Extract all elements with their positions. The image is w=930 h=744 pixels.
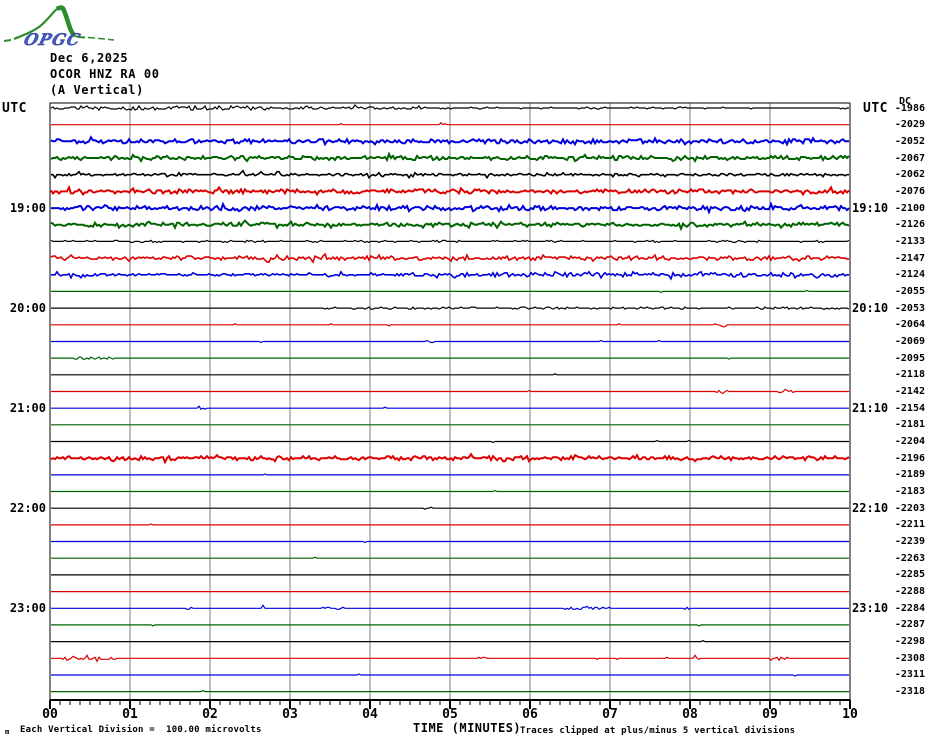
dc-offset-value: -2124 (894, 269, 925, 281)
x-tick-label: 08 (682, 707, 698, 722)
x-tick-label: 03 (282, 707, 298, 722)
dc-offset-value: -2147 (894, 252, 925, 264)
dc-offset-value: -2126 (894, 219, 925, 231)
x-tick-label: 06 (522, 707, 538, 722)
left-time-label: 20:00 (9, 301, 46, 316)
right-time-label: 19:10 (852, 201, 889, 216)
dc-offset-value: -1986 (894, 102, 925, 114)
scale-note: Each Vertical Division = 100.00 microvol… (20, 725, 262, 735)
dc-offset-value: -2263 (894, 552, 925, 564)
x-axis-title: TIME (MINUTES) (413, 721, 522, 735)
dc-offset-value: -2203 (894, 502, 925, 514)
dc-offset-value: -2100 (894, 202, 925, 214)
dc-offset-value: -2285 (894, 569, 925, 581)
dc-offset-value: -2062 (894, 169, 925, 181)
clip-note: Traces clipped at plus/minus 5 vertical … (520, 726, 796, 736)
dc-offset-value: -2189 (894, 469, 925, 481)
dc-offset-value: -2067 (894, 152, 925, 164)
dc-offset-value: -2211 (894, 519, 925, 531)
dc-offset-value: -2064 (894, 319, 925, 331)
left-time-label: 22:00 (9, 501, 46, 516)
dc-offset-value: -2181 (894, 419, 925, 431)
dc-offset-value: -2095 (894, 352, 925, 364)
x-tick-label: 05 (442, 707, 458, 722)
dc-offset-value: -2183 (894, 486, 925, 498)
dc-offset-value: -2133 (894, 235, 925, 247)
x-tick-label: 02 (202, 707, 218, 722)
dc-offset-value: -2118 (894, 369, 925, 381)
left-time-label: 21:00 (9, 401, 46, 416)
helicorder-page: OPGC Dec 6,2025 OCOR HNZ RA 00 (A Vertic… (0, 0, 930, 744)
dc-offset-value: -2287 (894, 619, 925, 631)
dc-offset-value: -2288 (894, 586, 925, 598)
dc-offset-value: -2284 (894, 602, 925, 614)
x-tick-label: 07 (602, 707, 618, 722)
right-time-label: 20:10 (852, 301, 889, 316)
x-tick-label: 01 (122, 707, 138, 722)
x-tick-label: 10 (842, 707, 858, 722)
right-time-label: 22:10 (852, 501, 889, 516)
dc-offset-value: -2311 (894, 669, 925, 681)
left-time-label: 23:00 (9, 601, 46, 616)
dc-offset-value: -2053 (894, 302, 925, 314)
dc-offset-value: -2154 (894, 402, 925, 414)
dc-offset-value: -2204 (894, 436, 925, 447)
dc-offset-value: -2069 (894, 335, 925, 347)
left-time-label: 19:00 (9, 201, 46, 216)
x-tick-label: 00 (42, 707, 58, 722)
dc-offset-value: -2052 (894, 135, 925, 147)
helicorder-plot (49, 102, 851, 709)
right-time-label: 21:10 (852, 401, 889, 416)
dc-offset-value: -2196 (894, 452, 925, 464)
dc-offset-value: -2142 (894, 385, 925, 397)
dc-offset-value: -2076 (894, 185, 925, 197)
x-tick-label: 04 (362, 707, 378, 722)
x-tick-label: 09 (762, 707, 778, 722)
footer-mark: m (5, 728, 10, 736)
dc-offset-value: -2029 (894, 119, 925, 131)
right-time-label: 23:10 (852, 601, 889, 616)
dc-offset-value: -2055 (894, 285, 925, 297)
dc-offset-value: -2239 (894, 536, 925, 548)
dc-offset-value: -2298 (894, 636, 925, 648)
dc-offset-value: -2318 (894, 686, 925, 698)
dc-offset-value: -2308 (894, 652, 925, 664)
